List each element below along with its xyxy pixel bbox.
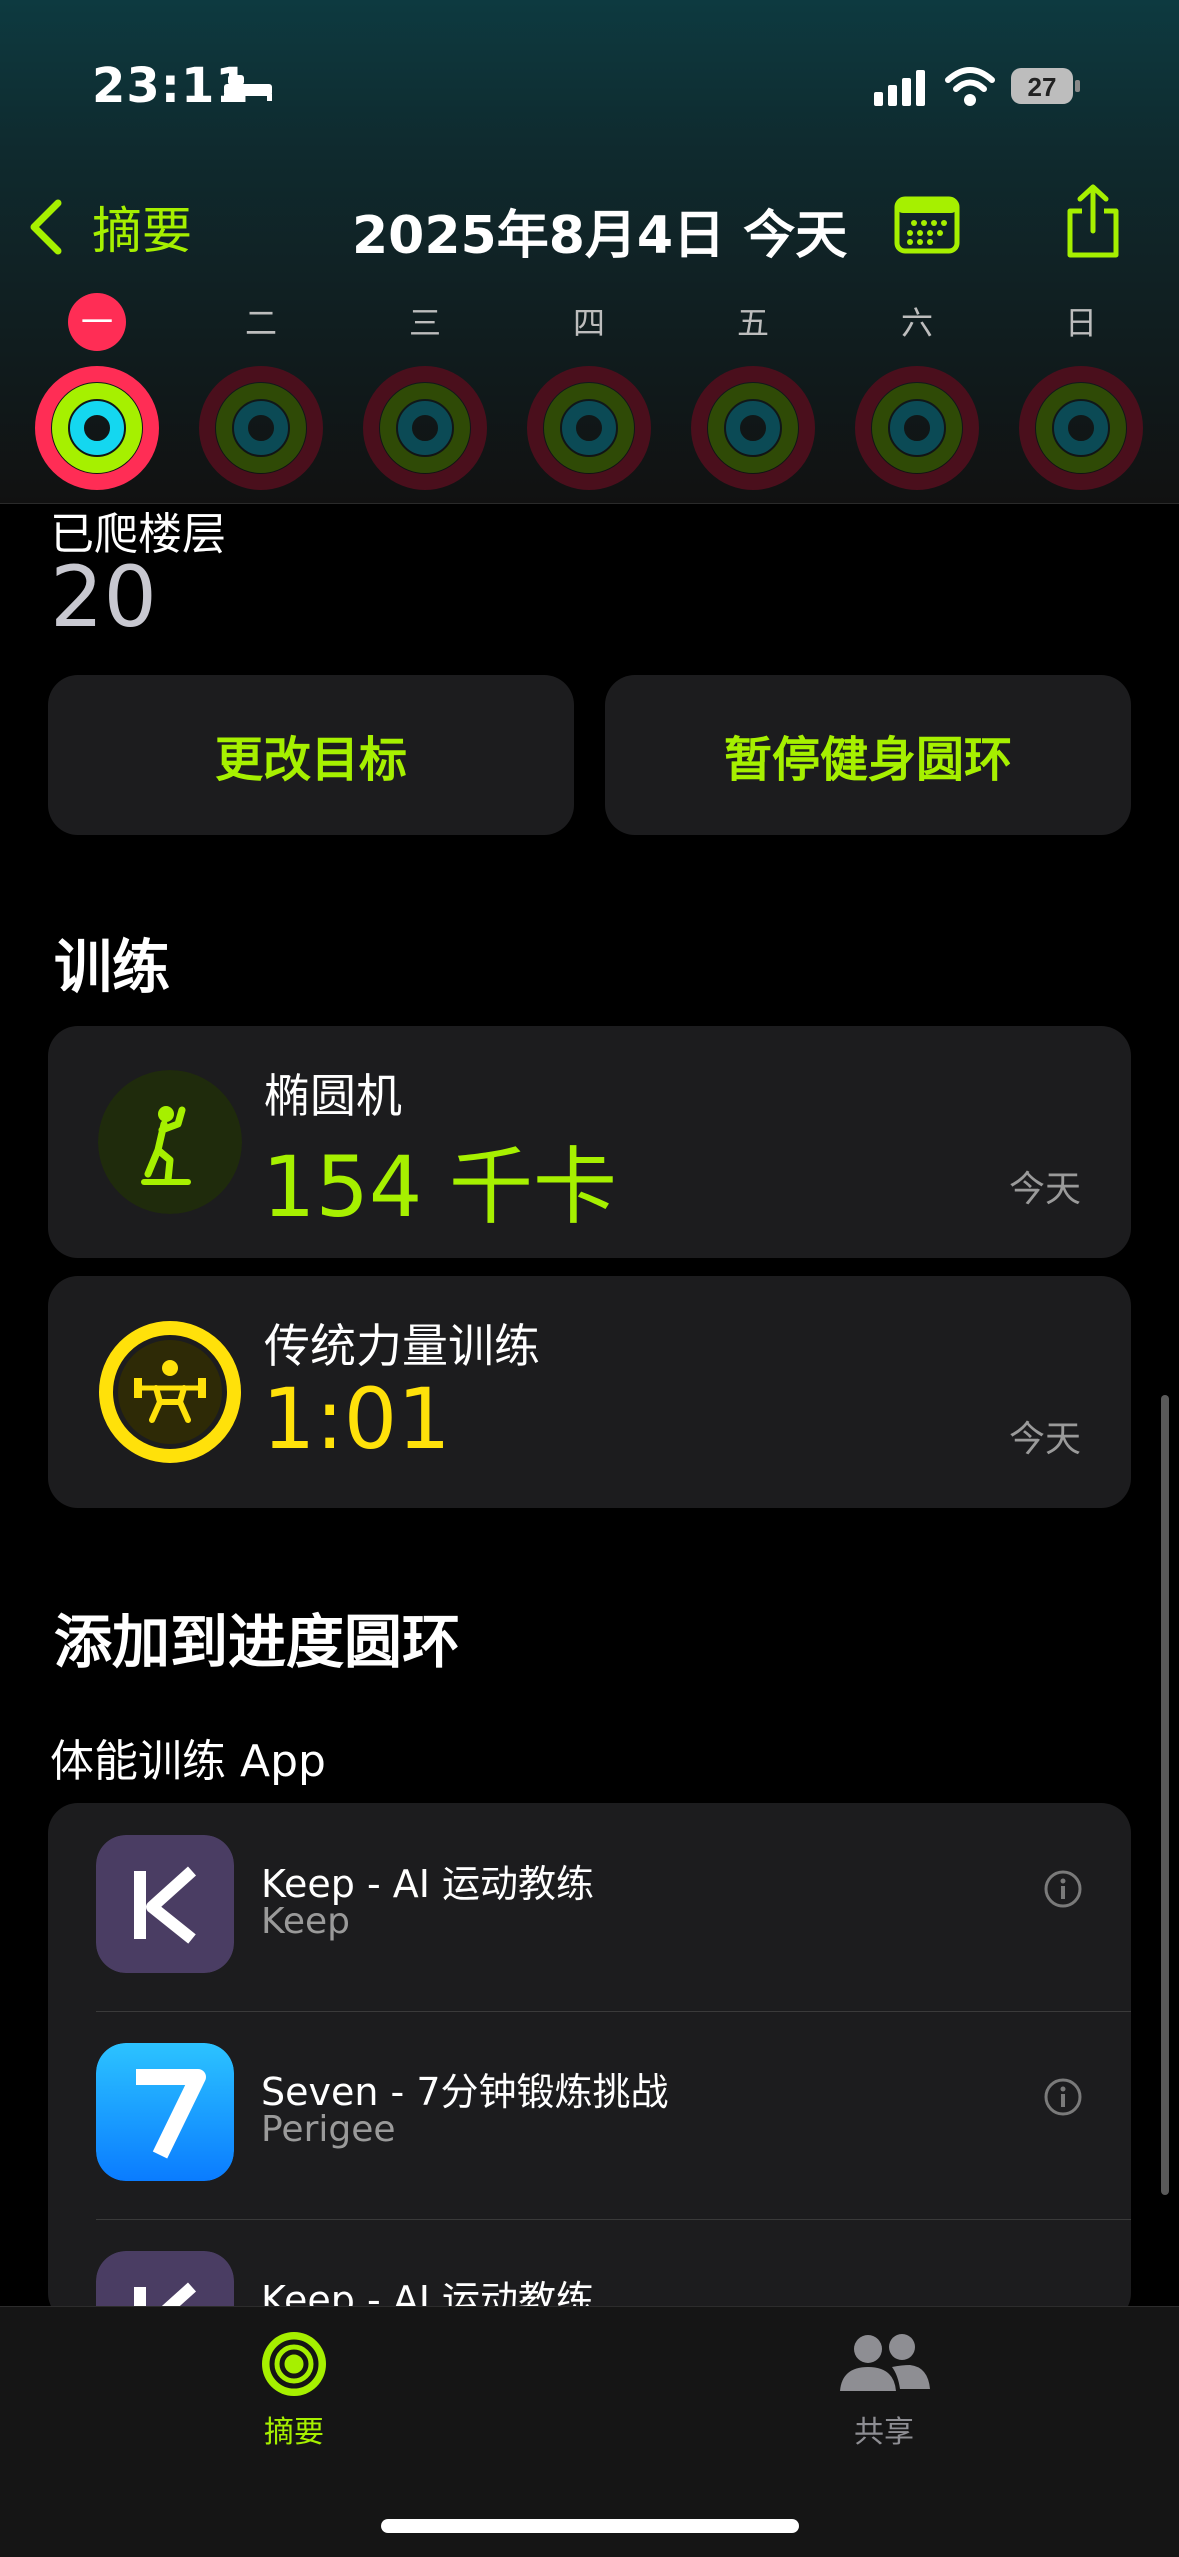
keep-icon [96, 1835, 234, 1973]
app-developer: Perigee [261, 2109, 396, 2150]
activity-rings-mon[interactable] [34, 365, 160, 491]
info-icon[interactable] [1043, 1869, 1083, 1909]
battery-icon: 27 [1011, 68, 1080, 104]
workouts-title: 训练 [54, 933, 171, 1001]
tab-sharing[interactable]: 共享 [784, 2327, 984, 2451]
activity-rings-icon [262, 2332, 326, 2396]
workout-date: 今天 [1008, 1169, 1081, 1210]
page-title: 2025年8月4日 今天 [352, 206, 848, 266]
elliptical-icon [98, 1070, 242, 1214]
back-label: 摘要 [92, 202, 192, 260]
workout-card-strength[interactable]: 传统力量训练 1:01 今天 [48, 1276, 1131, 1508]
day-label-sun[interactable]: 日 [1046, 298, 1116, 344]
tab-sharing-label: 共享 [854, 2415, 914, 2450]
app-name: Keep - AI 运动教练 [261, 1862, 595, 1906]
wifi-icon [945, 67, 995, 106]
share-icon[interactable] [1062, 183, 1124, 261]
tab-summary-label: 摘要 [264, 2415, 324, 2450]
people-icon [840, 2334, 930, 2391]
day-label-tue[interactable]: 二 [226, 298, 296, 344]
add-to-rings-title: 添加到进度圆环 [54, 1608, 461, 1676]
calendar-icon[interactable] [894, 195, 960, 255]
day-label-mon[interactable]: 一 [68, 293, 126, 351]
workout-name: 椭圆机 [264, 1069, 402, 1123]
floors-value: 20 [50, 548, 157, 646]
day-label-thu[interactable]: 四 [554, 298, 624, 344]
workout-value: 1:01 [262, 1370, 451, 1468]
app-row[interactable]: Keep - AI 运动教练 Keep [48, 1803, 1131, 2011]
workout-name: 传统力量训练 [264, 1319, 540, 1373]
day-label-sat[interactable]: 六 [882, 298, 952, 344]
workout-value: 154 千卡 [262, 1138, 618, 1236]
activity-rings-sun[interactable] [1018, 365, 1144, 491]
fitness-apps-subtitle: 体能训练 App [50, 1736, 326, 1787]
sleep-bed-icon [224, 75, 272, 101]
pause-rings-button[interactable]: 暂停健身圆环 [605, 675, 1131, 835]
day-label-wed[interactable]: 三 [390, 298, 460, 344]
battery-level: 27 [1028, 72, 1057, 102]
seven-icon [96, 2043, 234, 2181]
cellular-signal-icon [874, 70, 925, 106]
chevron-left-icon [30, 199, 62, 255]
scrollbar[interactable] [1161, 1395, 1169, 2195]
activity-rings-tue[interactable] [198, 365, 324, 491]
day-label-fri[interactable]: 五 [718, 298, 788, 344]
app-row[interactable]: Seven - 7分钟锻炼挑战 Perigee [48, 2011, 1131, 2219]
back-button[interactable]: 摘要 [26, 191, 192, 263]
workout-card-elliptical[interactable]: 椭圆机 154 千卡 今天 [48, 1026, 1131, 1258]
strength-training-icon [99, 1321, 241, 1463]
activity-rings-wed[interactable] [362, 365, 488, 491]
activity-rings-fri[interactable] [690, 365, 816, 491]
change-goal-button[interactable]: 更改目标 [48, 675, 574, 835]
app-name: Seven - 7分钟锻炼挑战 [261, 2070, 669, 2114]
info-icon[interactable] [1043, 2077, 1083, 2117]
header: 23:11 27 摘要 2025年8月4日 今天 一 二 三 四 五 六 日 [0, 0, 1179, 504]
workout-date: 今天 [1008, 1419, 1081, 1460]
app-list: Keep - AI 运动教练 Keep Seven - 7分钟锻炼挑战 Peri… [48, 1803, 1131, 2323]
home-indicator [381, 2519, 799, 2533]
tab-summary[interactable]: 摘要 [194, 2327, 394, 2451]
week-strip: 一 二 三 四 五 六 日 [0, 293, 1179, 351]
activity-rings-thu[interactable] [526, 365, 652, 491]
app-developer: Keep [261, 1901, 350, 1942]
activity-rings-sat[interactable] [854, 365, 980, 491]
